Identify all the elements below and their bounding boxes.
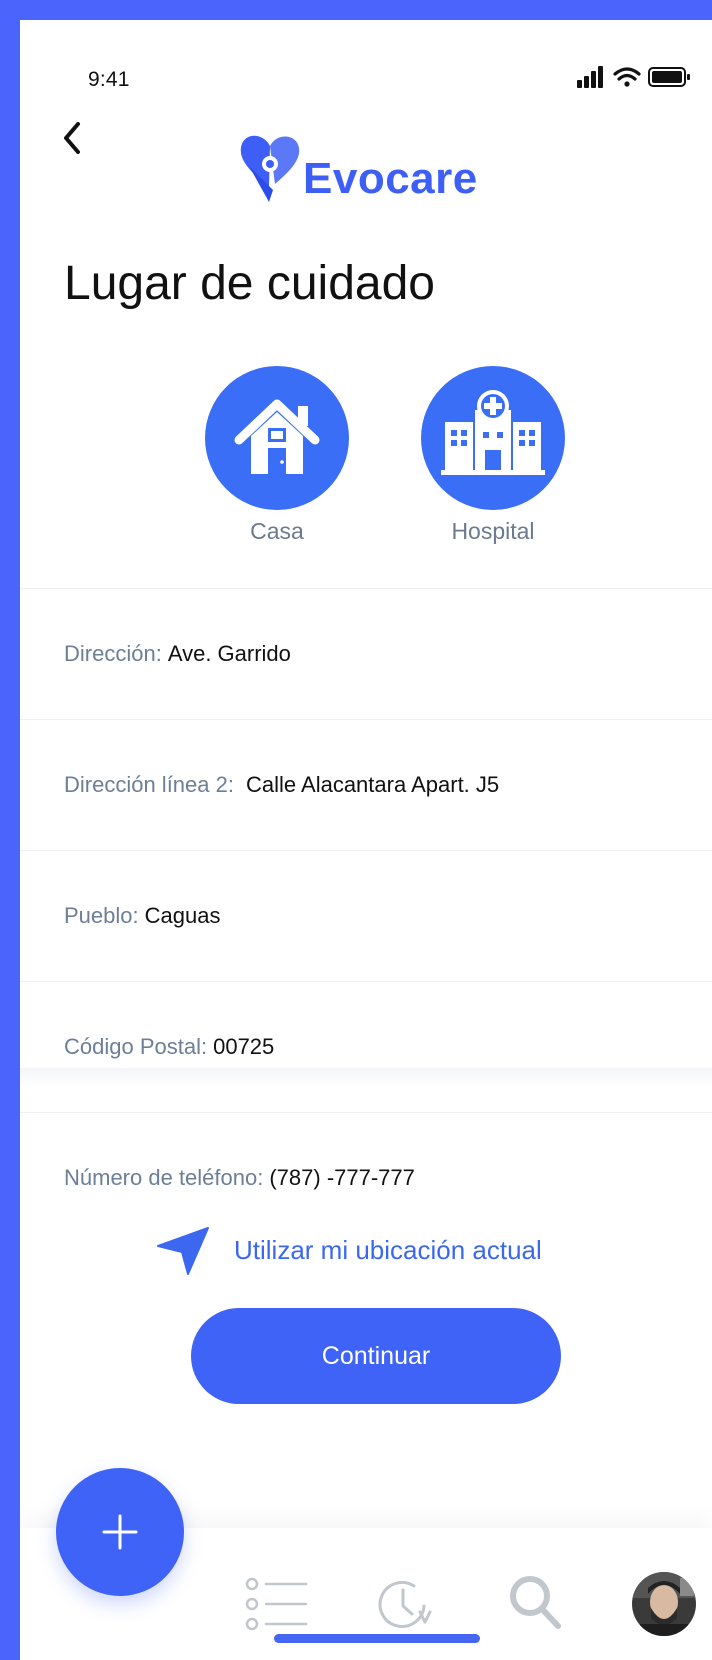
wifi-icon [613, 67, 641, 87]
plus-icon [102, 1514, 138, 1550]
address-form: Dirección: Ave. Garrido Dirección línea … [20, 588, 712, 1190]
history-icon[interactable] [374, 1572, 432, 1634]
field-label: Dirección: [64, 641, 162, 666]
address-line2-field[interactable]: Dirección línea 2: Calle Alacantara Apar… [20, 720, 712, 851]
option-circle [421, 366, 565, 510]
signal-icon [577, 66, 603, 88]
status-time: 9:41 [88, 68, 130, 91]
profile-avatar[interactable] [632, 1572, 696, 1636]
list-icon[interactable] [244, 1574, 310, 1634]
brand-name: Evocare [303, 154, 478, 203]
hospital-icon [441, 390, 545, 475]
use-location-label: Utilizar mi ubicación actual [234, 1234, 542, 1265]
field-label: Pueblo: [64, 903, 139, 928]
option-label: Casa [250, 518, 304, 544]
address-field[interactable]: Dirección: Ave. Garrido [20, 589, 712, 720]
location-arrow-icon [157, 1227, 209, 1275]
field-value: Calle Alacantara Apart. J5 [245, 772, 500, 797]
add-button[interactable] [56, 1468, 184, 1596]
option-circle [205, 366, 349, 510]
app-screen: 9:41 Evocare Lugar de cuidado Casa Hospi… [20, 20, 712, 1660]
field-value: Ave. Garrido [167, 641, 291, 666]
option-label: Hospital [451, 518, 535, 544]
care-option-casa[interactable]: Casa [188, 366, 358, 556]
field-value: (787) -777-777 [269, 1165, 415, 1190]
page-title: Lugar de cuidado [64, 257, 435, 310]
field-value: Caguas [144, 903, 221, 928]
divider [20, 1068, 712, 1086]
back-chevron-icon[interactable] [54, 118, 90, 158]
house-icon [234, 399, 320, 474]
field-label: Número de teléfono: [64, 1165, 264, 1190]
field-label: Código Postal: [64, 1034, 208, 1059]
care-option-hospital[interactable]: Hospital [404, 366, 574, 556]
search-icon[interactable] [506, 1572, 566, 1634]
brand-logo: Evocare [235, 128, 525, 218]
use-location-link[interactable]: Utilizar mi ubicación actual [154, 1222, 542, 1278]
continue-button[interactable]: Continuar [191, 1308, 561, 1404]
home-indicator [274, 1634, 480, 1643]
field-label: Dirección línea 2: [64, 772, 234, 797]
town-field[interactable]: Pueblo: Caguas [20, 851, 712, 982]
status-icons [577, 66, 690, 88]
battery-icon [648, 67, 690, 87]
field-value: 00725 [213, 1034, 275, 1059]
avatar-image [632, 1572, 696, 1636]
postal-code-field[interactable]: Código Postal: 00725 [20, 982, 712, 1113]
heart-logo-icon [240, 135, 300, 202]
